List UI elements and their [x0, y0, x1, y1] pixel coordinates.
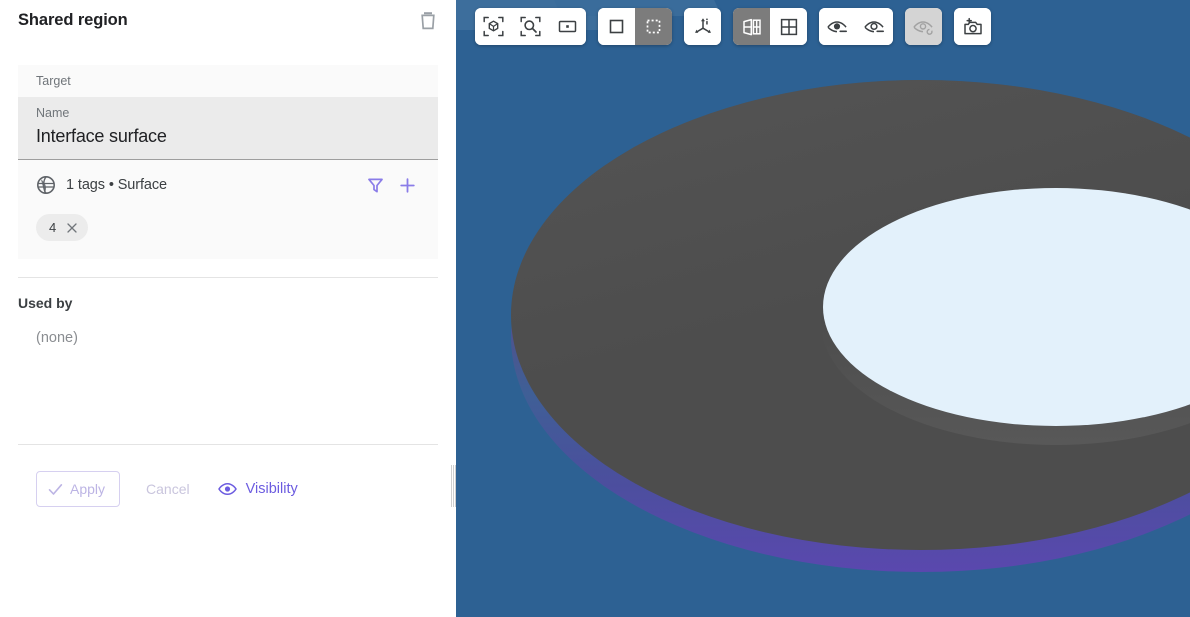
tags-summary-row: 1 tags • Surface	[36, 170, 420, 200]
viewport-toolbar	[475, 8, 991, 45]
tag-chip[interactable]: 4	[36, 214, 89, 241]
split-view-icon[interactable]	[733, 8, 770, 45]
visibility-button-label: Visibility	[245, 481, 298, 497]
eye-icon	[217, 482, 237, 496]
used-by-title: Used by	[18, 295, 73, 311]
eye-show-icon[interactable]	[819, 8, 856, 45]
tags-summary-text: 1 tags • Surface	[66, 177, 168, 193]
plus-icon[interactable]	[394, 172, 420, 198]
filter-icon[interactable]	[362, 172, 388, 198]
target-label: Target	[18, 65, 438, 97]
tag-chip-list: 4	[36, 214, 420, 241]
section-divider	[18, 277, 438, 278]
close-icon[interactable]	[64, 220, 79, 235]
visibility-group	[819, 8, 893, 45]
panel-header: Shared region	[0, 0, 456, 41]
cancel-button[interactable]: Cancel	[138, 481, 198, 497]
apply-button-label: Apply	[70, 481, 106, 497]
camera-add-icon[interactable]	[954, 8, 991, 45]
capture-group	[954, 8, 991, 45]
page-title: Shared region	[18, 11, 128, 29]
visibility-button[interactable]: Visibility	[217, 481, 298, 497]
zoom-window-icon[interactable]	[549, 8, 586, 45]
3d-viewport[interactable]	[456, 0, 1190, 617]
layout-group	[733, 8, 807, 45]
name-field[interactable]: Name Interface surface	[18, 97, 438, 160]
zoom-group	[475, 8, 586, 45]
cad-model-disc[interactable]	[511, 80, 1190, 617]
footer-divider	[18, 444, 438, 445]
zoom-to-selection-icon[interactable]	[512, 8, 549, 45]
apply-button[interactable]: Apply	[36, 471, 121, 507]
target-form-section: Target Name Interface surface	[18, 65, 438, 160]
eye-hide-icon[interactable]	[856, 8, 893, 45]
select-marquee-icon[interactable]	[635, 8, 672, 45]
name-field-caption: Name	[36, 106, 70, 120]
resize-grip-line	[453, 465, 454, 507]
tag-chip-label: 4	[49, 220, 57, 235]
globe-icon	[36, 175, 56, 195]
panel-footer: Apply Cancel Visibility	[36, 471, 298, 507]
used-by-value: (none)	[36, 330, 78, 346]
quad-view-icon[interactable]	[770, 8, 807, 45]
tags-block: 1 tags • Surface 4	[18, 160, 438, 259]
orientation-group	[684, 8, 721, 45]
reset-visibility-group	[905, 8, 942, 45]
selection-mode-group	[598, 8, 672, 45]
application-root: Shared region Target Name Interface surf…	[0, 0, 1190, 617]
shared-region-panel: Shared region Target Name Interface surf…	[0, 0, 456, 617]
eye-reset-icon	[905, 8, 942, 45]
trash-icon[interactable]	[416, 9, 440, 33]
name-field-value: Interface surface	[36, 126, 167, 146]
check-icon	[48, 483, 63, 496]
zoom-fit-all-icon[interactable]	[475, 8, 512, 45]
select-box-icon[interactable]	[598, 8, 635, 45]
resize-grip-line	[451, 465, 452, 507]
axes-triad-icon[interactable]	[684, 8, 721, 45]
